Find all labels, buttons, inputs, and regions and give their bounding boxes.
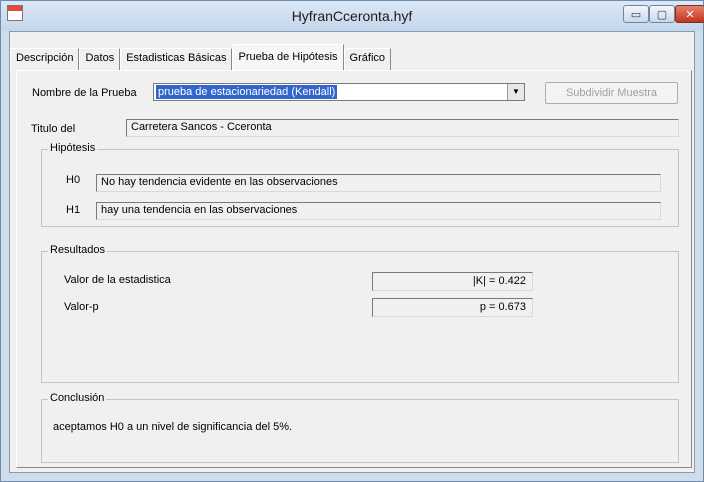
- close-button[interactable]: ✕: [675, 5, 704, 23]
- test-name-label: Nombre de la Prueba: [32, 87, 137, 99]
- title-label: Titulo del: [31, 123, 76, 135]
- statistic-value: |K| = 0.422: [372, 272, 533, 291]
- tab-grafico[interactable]: Gráfico: [343, 48, 392, 70]
- tab-prueba-de-hipotesis[interactable]: Prueba de Hipótesis: [232, 44, 344, 70]
- title-field[interactable]: Carretera Sancos - Cceronta: [126, 119, 679, 137]
- tab-datos[interactable]: Datos: [79, 48, 121, 70]
- h0-label: H0: [66, 174, 81, 186]
- pvalue-label: Valor-p: [64, 301, 99, 313]
- maximize-button[interactable]: ▢: [649, 5, 675, 23]
- tab-descripcion[interactable]: Descripción: [10, 48, 80, 70]
- h1-label: H1: [66, 204, 81, 216]
- statistic-label: Valor de la estadistica: [64, 274, 171, 286]
- results-group: Resultados: [41, 244, 679, 383]
- h1-field[interactable]: hay una tendencia en las observaciones: [96, 202, 661, 220]
- results-legend: Resultados: [48, 244, 108, 256]
- test-name-select[interactable]: prueba de estacionariedad (Kendall) ▼: [153, 83, 525, 101]
- tab-strip: Descripción Datos Estadisticas Básicas P…: [10, 44, 392, 70]
- subdivide-sample-button[interactable]: Subdividir Muestra: [545, 82, 678, 104]
- hypotheses-legend: Hipótesis: [48, 142, 98, 154]
- pvalue-value: p = 0.673: [372, 298, 533, 317]
- app-window: HyfranCceronta.hyf ▭ ▢ ✕ Descripción Dat…: [0, 0, 704, 482]
- test-name-value: prueba de estacionariedad (Kendall): [156, 85, 338, 99]
- title-bar[interactable]: HyfranCceronta.hyf: [1, 1, 703, 31]
- conclusion-text: aceptamos H0 a un nivel de significancia…: [53, 421, 293, 433]
- conclusion-legend: Conclusión: [48, 392, 107, 404]
- h0-field[interactable]: No hay tendencia evidente en las observa…: [96, 174, 661, 192]
- chevron-down-icon[interactable]: ▼: [507, 84, 524, 100]
- window-title: HyfranCceronta.hyf: [291, 8, 413, 24]
- tab-estadisticas-basicas[interactable]: Estadisticas Básicas: [120, 48, 233, 70]
- minimize-button[interactable]: ▭: [623, 5, 649, 23]
